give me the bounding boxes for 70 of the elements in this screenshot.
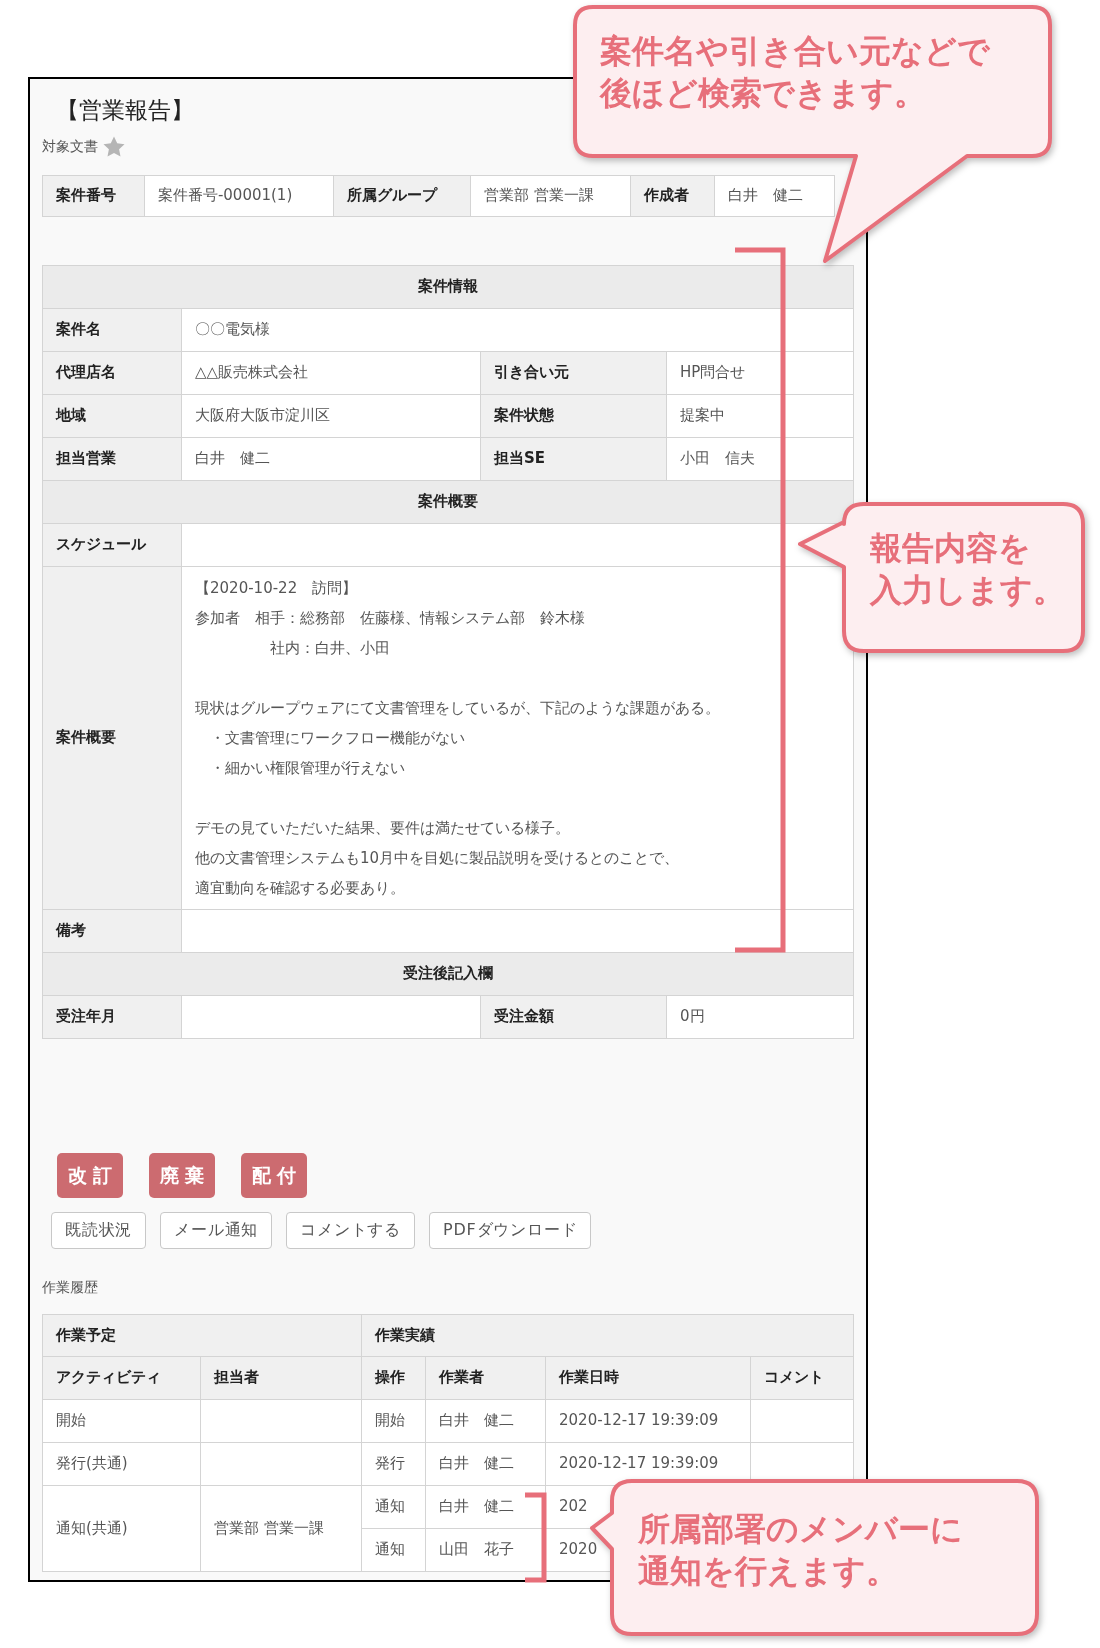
column-header: 担当者 <box>200 1356 362 1399</box>
table-cell: 通知 <box>361 1528 426 1571</box>
overview-line: 適宜動向を確認する必要あり。 <box>195 877 405 899</box>
field-label: 受注金額 <box>480 995 667 1038</box>
field-label: 受注年月 <box>42 995 182 1038</box>
table-cell: 白井 健二 <box>425 1485 546 1528</box>
section-header: 受注後記入欄 <box>42 952 854 995</box>
section-header: 案件情報 <box>42 265 854 308</box>
column-header: コメント <box>750 1356 854 1399</box>
field-value: 白井 健二 <box>181 437 481 480</box>
secondary-button[interactable]: 既読状況 <box>51 1211 147 1249</box>
column-header: アクティビティ <box>42 1356 201 1399</box>
table-cell: 発行(共通) <box>42 1442 201 1485</box>
field-value: HP問合せ <box>666 351 854 394</box>
group-header: 作業実績 <box>361 1314 854 1356</box>
field-label: 所属グループ <box>333 175 471 216</box>
secondary-button[interactable]: メール通知 <box>160 1211 273 1249</box>
table-cell: 営業部 営業一課 <box>200 1485 362 1571</box>
section-title: 作業履歴 <box>42 1277 99 1297</box>
field-value: 0円 <box>666 995 854 1038</box>
action-button[interactable]: 改訂 <box>57 1152 123 1198</box>
table-cell: 発行 <box>361 1442 426 1485</box>
field-label: スケジュール <box>42 523 182 566</box>
field-value: 小田 信夫 <box>666 437 854 480</box>
secondary-button[interactable]: PDFダウンロード <box>429 1211 592 1249</box>
secondary-button[interactable]: コメントする <box>286 1211 415 1249</box>
overview-line: 社内：白井、小田 <box>269 637 390 659</box>
group-header: 作業予定 <box>42 1314 362 1356</box>
column-header: 作業者 <box>425 1356 546 1399</box>
overview-line: 現状はグループウェアにて文書管理をしているが、下記のような課題がある。 <box>195 697 720 719</box>
field-label: 備考 <box>42 909 182 952</box>
action-button[interactable]: 配付 <box>241 1152 307 1198</box>
field-label: 引き合い元 <box>480 351 667 394</box>
document-subtitle: 対象文書 <box>42 137 98 156</box>
field-label: 案件状態 <box>480 394 667 437</box>
overview-line: 他の文書管理システムも10月中を目処に製品説明を受けるとのことで、 <box>195 847 680 869</box>
field-value: 提案中 <box>666 394 854 437</box>
field-value: 大阪府大阪市淀川区 <box>181 394 481 437</box>
overview-line: ・細かい権限管理が行えない <box>209 757 405 779</box>
table-cell: 白井 健二 <box>425 1442 546 1485</box>
field-label: 担当営業 <box>42 437 182 480</box>
field-value: 〇〇電気様 <box>181 308 854 351</box>
overview-line: ・文書管理にワークフロー機能がない <box>209 727 465 749</box>
action-button[interactable]: 廃棄 <box>149 1152 215 1198</box>
overview-line: デモの見ていただいた結果、要件は満たせている様子。 <box>195 817 570 839</box>
field-value: 白井 健二 <box>715 175 835 216</box>
overview-line: 【2020-10-22 訪問】 <box>195 577 358 599</box>
document-title: 【営業報告】 <box>56 96 194 125</box>
field-label: 案件名 <box>42 308 182 351</box>
field-label: 作成者 <box>630 175 715 216</box>
callout-text: 案件名や引き合い元などで 後ほど検索できます。 <box>600 31 990 114</box>
field-value: △△販売株式会社 <box>181 351 481 394</box>
table-cell: 通知 <box>361 1485 426 1528</box>
callout-text: 報告内容を 入力します。 <box>870 528 1065 611</box>
table-cell: 白井 健二 <box>425 1399 546 1442</box>
column-header: 作業日時 <box>545 1356 751 1399</box>
field-label: 地域 <box>42 394 182 437</box>
field-label: 案件概要 <box>42 566 182 909</box>
field-label: 案件番号 <box>42 175 145 216</box>
table-cell: 2020-12-17 19:39:09 <box>545 1399 751 1442</box>
column-header: 操作 <box>361 1356 426 1399</box>
field-label: 代理店名 <box>42 351 182 394</box>
field-label: 担当SE <box>480 437 667 480</box>
field-value: 案件番号-00001(1) <box>144 175 334 216</box>
table-cell: 開始 <box>361 1399 426 1442</box>
overview-line: 参加者 相手：総務部 佐藤様、情報システム部 鈴木様 <box>195 607 585 629</box>
table-cell: 開始 <box>42 1399 201 1442</box>
field-value: 営業部 営業一課 <box>470 175 631 216</box>
section-header: 案件概要 <box>42 480 854 523</box>
table-cell: 通知(共通) <box>42 1485 201 1571</box>
